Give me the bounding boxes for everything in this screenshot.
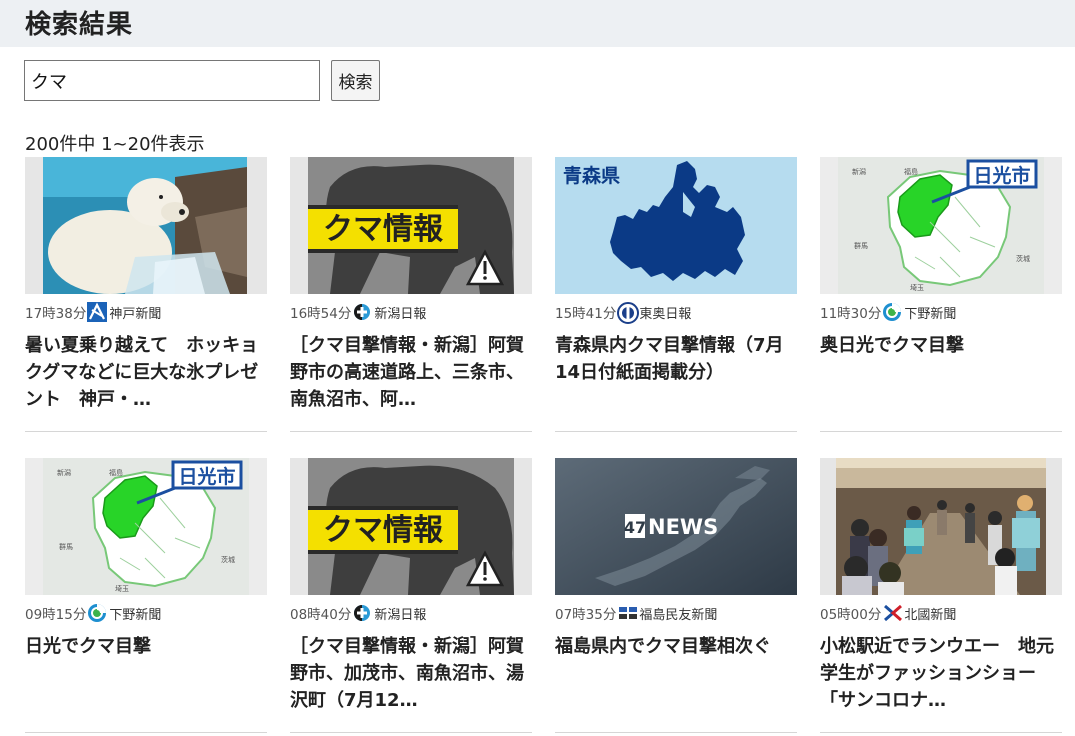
thumbnail[interactable]: 47 NEWS [555,458,797,595]
card-meta: 07時35分 福島民友新聞 [555,602,717,624]
map-label: 茨城 [1016,254,1030,263]
map-label: 群馬 [59,542,73,551]
card-title[interactable]: 奥日光でクマ目撃 [820,332,1062,359]
47news-map: 47 NEWS [555,458,797,595]
timestamp: 08時40分 [290,607,352,623]
page-title: 検索結果 [25,10,134,40]
thumbnail[interactable]: 日光市 新潟 福島 群馬 茨城 埼玉 [820,157,1062,294]
kobe-newspaper-logo-icon [87,302,108,322]
card-title[interactable]: 青森県内クマ目撃情報（7月14日付紙面掲載分） [555,332,797,386]
results-count: 200件中 1~20件表示 [25,134,205,155]
card-meta: 17時38分 神戸新聞 [25,301,161,323]
badge-number: 47 [624,518,646,537]
map-label: 茨城 [221,555,235,564]
divider [555,732,797,733]
fukushima-minyu-logo-icon [617,603,639,623]
map-label: 福島 [109,468,123,477]
thumbnail[interactable]: クマ情報 [290,157,532,294]
timestamp: 17時38分 [25,306,87,322]
page-header: 検索結果 [0,0,1075,47]
card-meta: 16時54分 新潟日報 [290,301,426,323]
divider [25,732,267,733]
thumbnail[interactable]: クマ情報 [290,458,532,595]
card-title[interactable]: 日光でクマ目撃 [25,633,267,660]
divider [290,431,532,432]
thumbnail[interactable] [820,458,1062,595]
badge-text: 日光市 [973,164,1030,187]
timestamp: 05時00分 [820,607,882,623]
card-title[interactable]: 福島県内でクマ目撃相次ぐ [555,633,797,660]
tochigi-map: 日光市 新潟 福島 群馬 茨城 埼玉 [25,458,267,595]
badge-text: NEWS [648,515,718,539]
map-label: 福島 [904,167,918,176]
source-name: 東奥日報 [639,306,692,322]
badge-text: クマ情報 [323,212,444,247]
source-name: 下野新聞 [904,306,957,322]
timestamp: 09時15分 [25,607,87,623]
card-meta: 08時40分 新潟日報 [290,602,426,624]
polar-bear-photo [25,157,267,294]
divider [290,732,532,733]
card-title[interactable]: 暑い夏乗り越えて ホッキョクグマなどに巨大な氷プレゼント 神戸・… [25,332,267,413]
card-title[interactable]: ［クマ目撃情報・新潟］阿賀野市の高速道路上、三条市、南魚沼市、阿… [290,332,532,413]
source-name: 新潟日報 [374,306,427,322]
card-title[interactable]: 小松駅近でランウエー 地元学生がファッションショー 「サンコロナ… [820,633,1062,714]
hokkoku-logo-icon [882,603,903,623]
source-name: 下野新聞 [109,607,162,623]
fashion-show-photo [820,458,1062,595]
timestamp: 15時41分 [555,306,617,322]
card-meta: 15時41分 東奥日報 [555,301,692,324]
niigata-nippo-logo-icon [352,302,372,322]
shimotsuke-logo-icon [882,302,902,322]
card-meta: 09時15分 下野新聞 [25,602,161,624]
thumbnail[interactable]: 青森県 [555,157,797,294]
divider [820,431,1062,432]
source-name: 新潟日報 [374,607,427,623]
card-meta: 11時30分 下野新聞 [820,301,956,323]
too-nippo-logo-icon [617,302,640,324]
divider [820,732,1062,733]
map-label: 埼玉 [910,283,924,292]
card-title[interactable]: ［クマ目撃情報・新潟］阿賀野市、加茂市、南魚沼市、湯沢町（7月12… [290,633,532,714]
thumbnail[interactable]: 日光市 新潟 福島 群馬 茨城 埼玉 [25,458,267,595]
divider [25,431,267,432]
shimotsuke-logo-icon [87,603,107,623]
timestamp: 11時30分 [820,306,882,322]
map-label: 新潟 [57,468,71,477]
source-name: 神戸新聞 [109,306,162,322]
source-name: 北國新聞 [904,607,957,623]
timestamp: 16時54分 [290,306,352,322]
badge-text: 青森県 [563,164,620,187]
bear-silhouette-warning: クマ情報 [290,157,532,294]
divider [555,431,797,432]
map-label: 埼玉 [115,584,129,593]
niigata-nippo-logo-icon [352,603,372,623]
thumbnail[interactable] [25,157,267,294]
search-button[interactable]: 検索 [331,60,380,101]
map-label: 群馬 [854,241,868,250]
card-meta: 05時00分 北國新聞 [820,602,956,624]
badge-text: 日光市 [178,465,235,488]
badge-text: クマ情報 [323,513,444,548]
bear-silhouette-warning: クマ情報 [290,458,532,595]
timestamp: 07時35分 [555,607,617,623]
source-name: 福島民友新聞 [639,607,718,623]
tochigi-map: 日光市 新潟 福島 群馬 茨城 埼玉 [820,157,1062,294]
search-input[interactable] [24,60,320,101]
map-label: 新潟 [852,167,866,176]
aomori-map: 青森県 [555,157,797,294]
